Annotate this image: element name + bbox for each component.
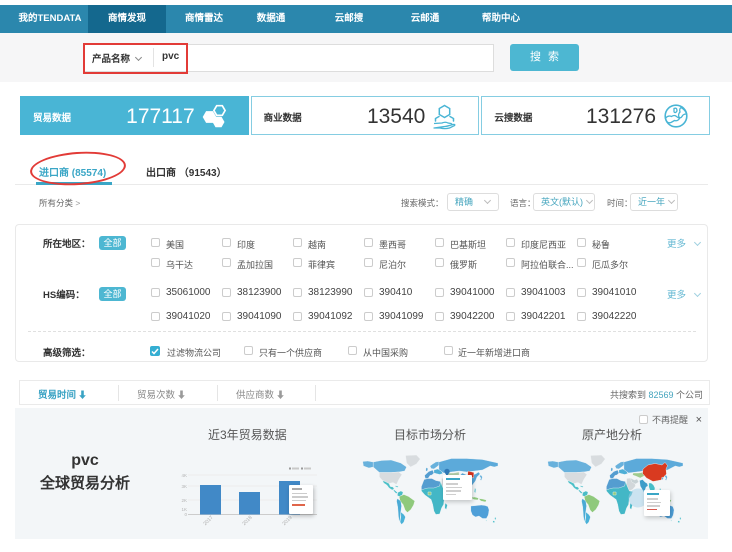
svg-text:3K: 3K (181, 484, 187, 489)
svg-text:2019: 2019 (281, 515, 293, 527)
svg-text:2017: 2017 (202, 515, 214, 527)
svg-text:2018: 2018 (241, 515, 253, 527)
svg-text:0: 0 (184, 512, 187, 517)
svg-text:4K: 4K (181, 473, 187, 478)
svg-text:2K: 2K (181, 498, 187, 503)
